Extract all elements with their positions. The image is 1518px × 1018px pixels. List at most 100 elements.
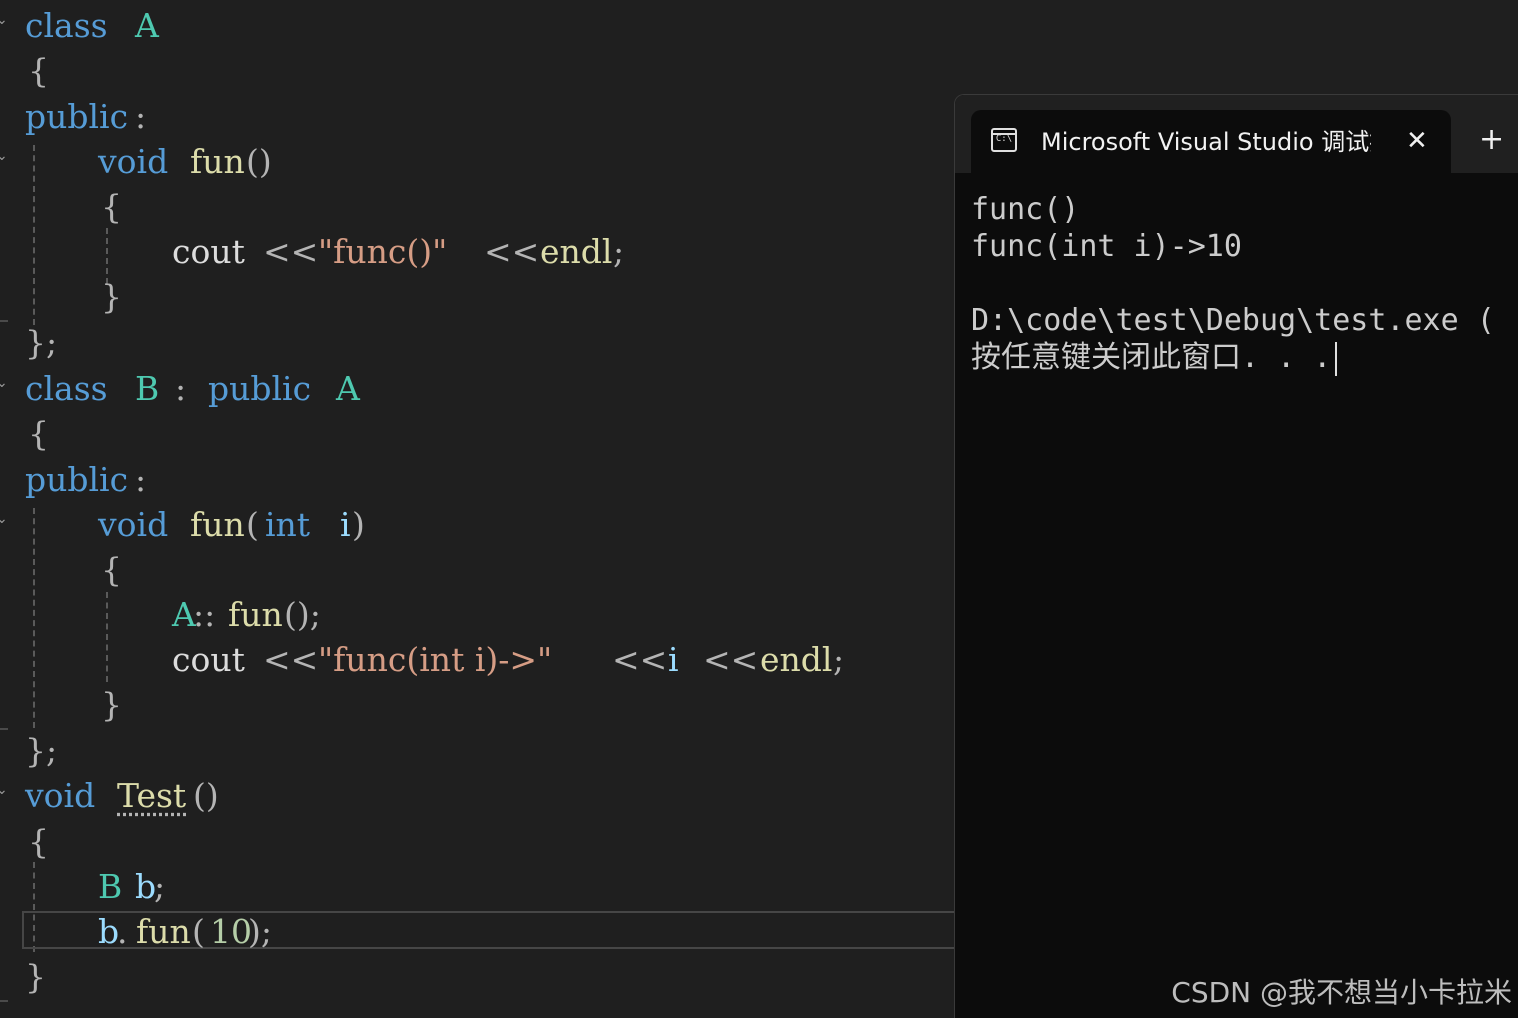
code-line: { [0, 547, 960, 592]
identifier: cout [172, 232, 245, 271]
console-icon: C:\ [991, 128, 1017, 152]
operator: << [703, 640, 759, 679]
function-name: endl [540, 232, 613, 271]
console-line: func() [971, 192, 1080, 227]
brace: { [28, 51, 49, 90]
fold-chevron-icon[interactable]: ⌄ [0, 376, 8, 390]
operator: << [612, 640, 668, 679]
code-line: ⌄ void fun ( int i ) [0, 502, 960, 547]
console-prompt-text: 按任意键关闭此窗口. . . [971, 340, 1332, 375]
tab-debug-console[interactable]: C:\ Microsoft Visual Studio 调试控制台 ✕ [971, 110, 1451, 173]
operator: << [484, 232, 540, 271]
function-name: Test [117, 776, 187, 815]
code-line: }; [0, 320, 960, 365]
function-name: fun [190, 505, 245, 544]
keyword: public [25, 460, 129, 499]
keyword: void [25, 776, 96, 815]
brace: }; [25, 731, 58, 770]
colon: : [135, 97, 147, 136]
class-name: B [98, 867, 123, 906]
operator: << [263, 640, 319, 679]
brace: } [101, 277, 122, 316]
class-name: A [336, 369, 360, 408]
function-name: fun [190, 142, 245, 181]
text-cursor [1335, 341, 1338, 376]
paren: ( [246, 505, 259, 544]
code-line: { [0, 184, 960, 229]
colon: : [135, 460, 147, 499]
number-literal: 10 [210, 912, 252, 951]
brace: { [28, 414, 49, 453]
semicolon: ; [833, 640, 845, 679]
parameter: i [340, 505, 351, 544]
tab-title: Microsoft Visual Studio 调试控制台 [1041, 128, 1371, 156]
function-name: fun [228, 595, 283, 634]
debug-console-window[interactable]: C:\ Microsoft Visual Studio 调试控制台 ✕ + fu… [954, 94, 1518, 1018]
brace: } [101, 685, 122, 724]
code-line: public : [0, 457, 960, 502]
parens: () [193, 776, 219, 815]
operator: << [263, 232, 319, 271]
code-line: cout << "func(int i)->" << i << endl ; [0, 637, 960, 682]
code-line: } [0, 954, 960, 999]
keyword: void [98, 142, 169, 181]
scope-operator: :: [193, 595, 216, 634]
code-line: B b ; [0, 864, 960, 909]
call-end: (); [284, 595, 321, 634]
fold-chevron-icon[interactable]: ⌄ [0, 13, 8, 27]
watermark: CSDN @我不想当小卡拉米 [1171, 976, 1512, 1009]
paren: ) [352, 505, 365, 544]
console-line: D:\code\test\Debug\test.exe ( [971, 303, 1495, 338]
tab-bar: C:\ Microsoft Visual Studio 调试控制台 ✕ + [955, 95, 1518, 173]
code-line: A :: fun (); [0, 592, 960, 637]
variable: i [668, 640, 679, 679]
brace: } [25, 957, 46, 996]
keyword: public [25, 97, 129, 136]
code-line: ⌄ void Test () [0, 773, 960, 818]
string-literal: "func(int i)->" [318, 640, 553, 679]
brace: { [101, 187, 122, 226]
code-line: } [0, 682, 960, 727]
code-line: b . fun ( 10 ); [0, 909, 960, 954]
parens: () [246, 142, 272, 181]
close-icon[interactable]: ✕ [1406, 128, 1428, 154]
keyword: class [25, 369, 108, 408]
variable: b [98, 912, 120, 951]
console-line: func(int i)->10 [971, 229, 1242, 264]
brace: { [28, 822, 49, 861]
variable: b [135, 867, 157, 906]
paren: ( [192, 912, 205, 951]
fold-chevron-icon[interactable]: ⌄ [0, 149, 8, 163]
code-line: { [0, 819, 960, 864]
function-name: fun [136, 912, 191, 951]
function-name: endl [760, 640, 833, 679]
colon: : [175, 369, 187, 408]
fold-chevron-icon[interactable]: ⌄ [0, 783, 8, 797]
semicolon: ; [613, 232, 625, 271]
keyword: void [98, 505, 169, 544]
code-line: ⌄ class B : public A [0, 366, 960, 411]
code-line: ⌄ void fun () [0, 139, 960, 184]
code-line: { [0, 411, 960, 456]
code-line: }; [0, 728, 960, 773]
keyword: public [208, 369, 312, 408]
brace: }; [25, 323, 58, 362]
keyword: int [265, 505, 311, 544]
code-line: public : [0, 94, 960, 139]
code-line: cout << "func()" << endl ; [0, 229, 960, 274]
new-tab-icon[interactable]: + [1479, 125, 1504, 155]
brace: { [101, 550, 122, 589]
code-line: ⌄ class A [0, 3, 960, 48]
console-line: 按任意键关闭此窗口. . . [971, 339, 1338, 376]
code-line: { [0, 48, 960, 93]
dot: . [117, 912, 128, 951]
class-name: B [135, 369, 160, 408]
string-literal: "func()" [318, 232, 448, 271]
call-end: ); [248, 912, 272, 951]
fold-chevron-icon[interactable]: ⌄ [0, 512, 8, 526]
class-name: A [135, 6, 159, 45]
keyword: class [25, 6, 108, 45]
code-line: } [0, 274, 960, 319]
semicolon: ; [154, 867, 166, 906]
identifier: cout [172, 640, 245, 679]
